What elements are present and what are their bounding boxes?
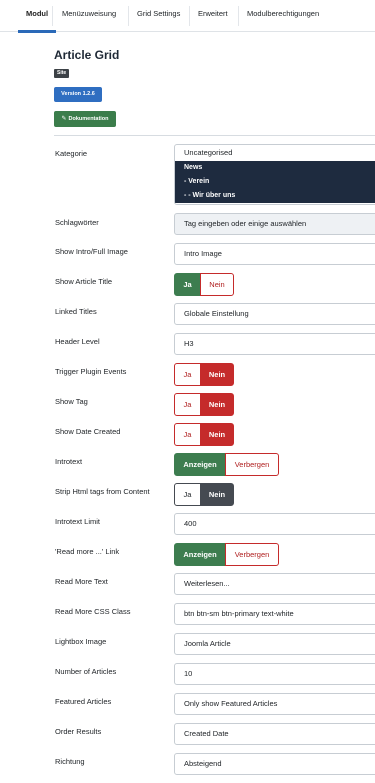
category-option-verein[interactable]: - Verein — [175, 175, 375, 189]
show-tag-toggle: Ja Nein — [174, 393, 234, 416]
divider — [54, 135, 375, 136]
show-date-toggle: Ja Nein — [174, 423, 234, 446]
tab-separator — [238, 6, 239, 26]
introtext-hide-button[interactable]: Verbergen — [225, 453, 279, 476]
tab-erweitert[interactable]: Erweitert — [198, 9, 228, 32]
strip-html-label: Strip Html tags from Content — [55, 487, 150, 496]
order-label: Order Results — [55, 727, 102, 736]
order-select[interactable]: Created Date — [174, 723, 375, 745]
trigger-events-no-button[interactable]: Nein — [200, 363, 234, 386]
show-title-label: Show Article Title — [55, 277, 113, 286]
documentation-label: Dokumentation — [68, 116, 109, 122]
num-articles-label: Number of Articles — [55, 667, 117, 676]
direction-label: Richtung — [55, 757, 85, 766]
show-title-no-button[interactable]: Nein — [200, 273, 234, 296]
show-tag-label: Show Tag — [55, 397, 88, 406]
header-level-label: Header Level — [55, 337, 100, 346]
strip-html-no-button[interactable]: Nein — [200, 483, 234, 506]
site-badge: Site — [54, 69, 70, 78]
tab-separator — [128, 6, 129, 26]
tab-modul[interactable]: Modul — [17, 9, 57, 33]
introtext-show-button[interactable]: Anzeigen — [174, 453, 226, 476]
tab-separator — [189, 6, 190, 26]
lightbox-label: Lightbox Image — [55, 637, 107, 646]
show-title-toggle: Ja Nein — [174, 273, 234, 296]
read-more-link-hide-button[interactable]: Verbergen — [225, 543, 279, 566]
category-label: Kategorie — [55, 149, 88, 158]
show-tag-no-button[interactable]: Nein — [200, 393, 234, 416]
introtext-toggle: Anzeigen Verbergen — [174, 453, 279, 476]
introtext-limit-label: Introtext Limit — [55, 517, 101, 526]
show-date-no-button[interactable]: Nein — [200, 423, 234, 446]
intro-image-label: Show Intro/Full Image — [55, 247, 128, 256]
lightbox-select[interactable]: Joomla Article — [174, 633, 375, 655]
strip-html-yes-button[interactable]: Ja — [174, 483, 201, 506]
featured-select[interactable]: Only show Featured Articles — [174, 693, 375, 715]
version-button[interactable]: Version 1.2.6 — [54, 87, 102, 102]
read-more-link-show-button[interactable]: Anzeigen — [174, 543, 226, 566]
num-articles-input[interactable]: 10 — [174, 663, 375, 685]
category-option-wir-ueber-uns[interactable]: - - Wir über uns — [175, 189, 375, 203]
introtext-limit-input[interactable]: 400 — [174, 513, 375, 535]
linked-titles-select[interactable]: Globale Einstellung — [174, 303, 375, 325]
read-more-css-label: Read More CSS Class — [55, 607, 131, 616]
show-tag-yes-button[interactable]: Ja — [174, 393, 201, 416]
read-more-css-input[interactable]: btn btn-sm btn-primary text-white — [174, 603, 375, 625]
show-date-label: Show Date Created — [55, 427, 121, 436]
featured-label: Featured Articles — [55, 697, 112, 706]
strip-html-toggle: Ja Nein — [174, 483, 234, 506]
tab-bar: Modul Menüzuweisung Grid Settings Erweit… — [0, 0, 375, 33]
trigger-events-yes-button[interactable]: Ja — [174, 363, 201, 386]
linked-titles-label: Linked Titles — [55, 307, 97, 316]
read-more-text-input[interactable]: Weiterlesen... — [174, 573, 375, 595]
trigger-events-label: Trigger Plugin Events — [55, 367, 127, 376]
show-title-yes-button[interactable]: Ja — [174, 273, 201, 296]
category-option-uncategorised[interactable]: Uncategorised — [175, 145, 375, 161]
tab-menuzuweisung[interactable]: Menüzuweisung — [62, 9, 116, 32]
edit-icon: ✎ — [61, 116, 67, 122]
tab-separator — [52, 6, 53, 26]
trigger-events-toggle: Ja Nein — [174, 363, 234, 386]
direction-select[interactable]: Absteigend — [174, 753, 375, 775]
introtext-label: Introtext — [55, 457, 83, 466]
read-more-link-toggle: Anzeigen Verbergen — [174, 543, 279, 566]
header-level-select[interactable]: H3 — [174, 333, 375, 355]
tags-input[interactable]: Tag eingeben oder einige auswählen — [174, 213, 375, 235]
intro-image-select[interactable]: Intro Image — [174, 243, 375, 265]
tab-grid-settings[interactable]: Grid Settings — [137, 9, 180, 32]
module-title: Article Grid — [54, 48, 120, 62]
tab-modulberechtigungen[interactable]: Modulberechtigungen — [247, 9, 319, 32]
documentation-button[interactable]: ✎ Dokumentation — [54, 111, 116, 127]
tags-label: Schlagwörter — [55, 218, 99, 227]
show-date-yes-button[interactable]: Ja — [174, 423, 201, 446]
read-more-link-label: 'Read more ...' Link — [55, 547, 120, 556]
category-select[interactable]: Uncategorised News - Verein - - Wir über… — [174, 144, 375, 205]
category-option-news[interactable]: News — [175, 161, 375, 175]
read-more-text-label: Read More Text — [55, 577, 108, 586]
